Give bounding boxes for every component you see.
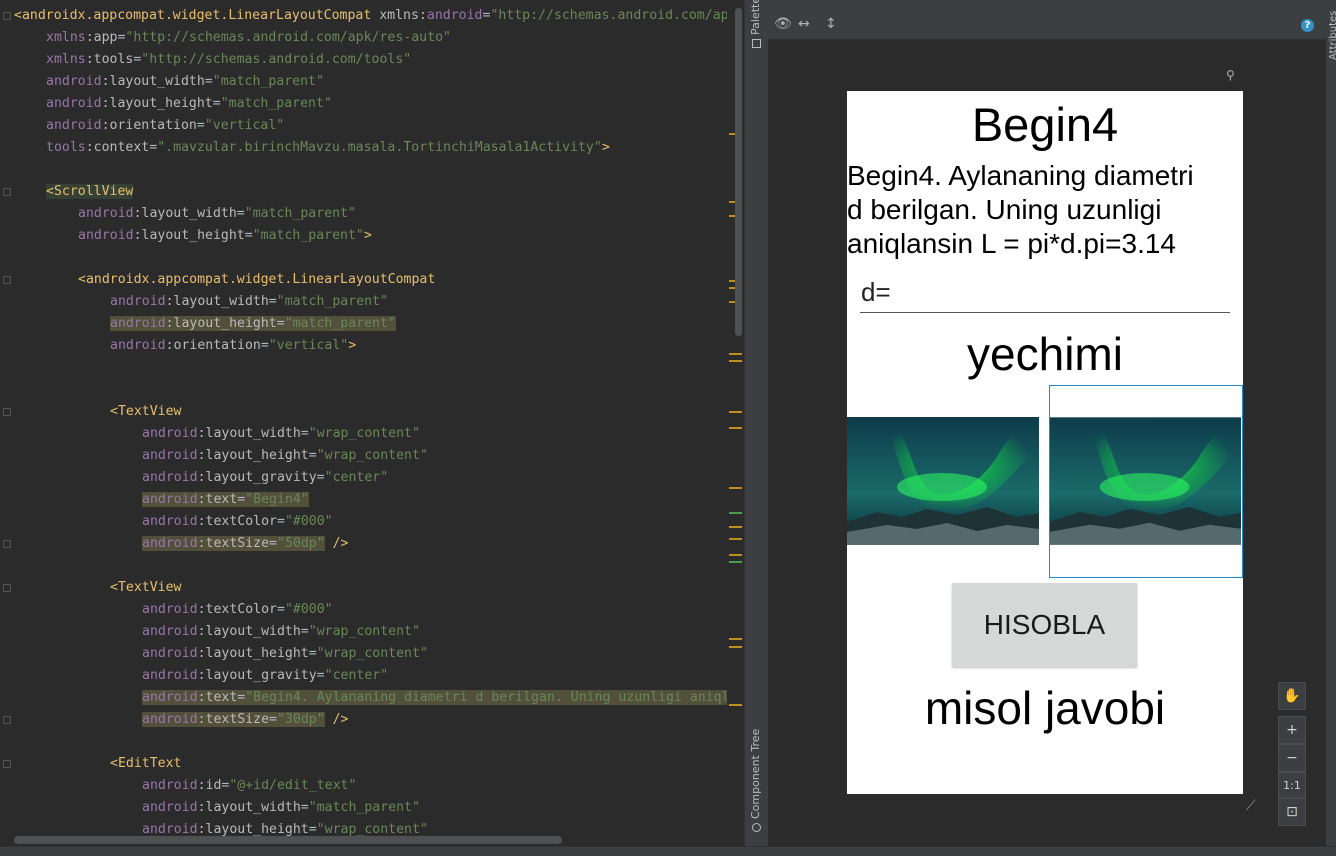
code-line[interactable]: android:layout_gravity="center": [14, 467, 388, 489]
phone-preview[interactable]: Begin4 Begin4. Aylananing diametri d ber…: [847, 91, 1243, 794]
description-line: Begin4. Aylananing diametri: [847, 160, 1194, 191]
code-line[interactable]: android:layout_width="wrap_content": [14, 621, 420, 643]
warning-mark[interactable]: [729, 538, 742, 540]
code-line[interactable]: android:textSize="50dp" />: [14, 533, 348, 555]
actual-size-button[interactable]: 1:1: [1278, 772, 1306, 800]
vertical-resize-icon[interactable]: ↕: [825, 16, 837, 32]
editor-gutter: [0, 0, 14, 846]
description-line: aniqlansin L = pi*d.pi=3.14: [847, 228, 1176, 259]
code-line[interactable]: android:layout_height="wrap_content": [14, 445, 428, 467]
code-line[interactable]: android:orientation="vertical">: [14, 335, 356, 357]
code-line[interactable]: tools:context=".mavzular.birinchMavzu.ma…: [14, 137, 610, 159]
code-line[interactable]: android:layout_width="match_parent": [14, 291, 388, 313]
preview-title[interactable]: Begin4: [847, 97, 1243, 152]
code-line[interactable]: xmlns:tools="http://schemas.android.com/…: [14, 49, 411, 71]
design-toolbar: 👁 ↔ ↕ ?: [768, 0, 1326, 40]
palette-icon: [751, 39, 761, 48]
component-tree-icon: [751, 823, 761, 832]
zoom-controls: ✋ + − 1:1 ⊡: [1278, 682, 1306, 826]
code-line[interactable]: android:layout_height="wrap_content": [14, 643, 428, 665]
change-mark[interactable]: [729, 512, 742, 514]
code-line[interactable]: <androidx.appcompat.widget.LinearLayoutC…: [14, 5, 737, 27]
code-line[interactable]: android:layout_height="match_parent">: [14, 225, 372, 247]
description-line: d berilgan. Uning uzunligi: [847, 194, 1162, 225]
attributes-strip: Attributes: [1326, 0, 1336, 846]
code-line[interactable]: xmlns:app="http://schemas.android.com/ap…: [14, 27, 451, 49]
palette-strip: Palette Component Tree: [744, 0, 768, 846]
status-bar: [0, 846, 1336, 856]
code-line[interactable]: android:text="Begin4. Aylananing diametr…: [14, 687, 744, 709]
code-editor[interactable]: <androidx.appcompat.widget.LinearLayoutC…: [0, 0, 744, 846]
fold-marker[interactable]: [3, 12, 11, 20]
warning-mark[interactable]: [729, 638, 742, 640]
warning-mark[interactable]: [729, 646, 742, 648]
code-line[interactable]: <TextView: [14, 577, 181, 599]
change-mark[interactable]: [729, 561, 742, 563]
selection-outline: [1049, 385, 1243, 578]
warning-mark[interactable]: [729, 487, 742, 489]
component-tree-tab[interactable]: Component Tree: [749, 729, 762, 832]
code-line[interactable]: <EditText: [14, 753, 181, 775]
code-line[interactable]: android:layout_width="match_parent": [14, 797, 420, 819]
answer-label[interactable]: misol javobi: [847, 681, 1243, 735]
fit-screen-icon[interactable]: ⊡: [1278, 798, 1306, 826]
fold-marker[interactable]: [3, 188, 11, 196]
code-line[interactable]: android:layout_width="wrap_content": [14, 423, 420, 445]
fold-marker[interactable]: [3, 716, 11, 724]
vertical-scrollbar[interactable]: [735, 8, 742, 336]
warning-mark[interactable]: [729, 554, 742, 556]
zoom-out-button[interactable]: −: [1278, 744, 1306, 772]
horizontal-resize-icon[interactable]: ↔: [798, 16, 810, 32]
code-line[interactable]: android:layout_width="match_parent": [14, 203, 356, 225]
fold-marker[interactable]: [3, 584, 11, 592]
code-line[interactable]: android:layout_width="match_parent": [14, 71, 324, 93]
eye-icon[interactable]: 👁: [774, 16, 792, 32]
zoom-in-button[interactable]: +: [1278, 716, 1306, 744]
fold-marker[interactable]: [3, 408, 11, 416]
design-surface[interactable]: 👁 ↔ ↕ ? ⚲ Begin4 Begin4. Aylananing diam…: [768, 0, 1326, 846]
code-line[interactable]: <androidx.appcompat.widget.LinearLayoutC…: [14, 269, 435, 291]
warning-mark[interactable]: [729, 526, 742, 528]
warning-mark[interactable]: [729, 353, 742, 355]
hisobla-button[interactable]: HISOBLA: [952, 583, 1137, 667]
code-line[interactable]: <ScrollView: [14, 181, 134, 203]
warning-mark[interactable]: [729, 411, 742, 413]
code-line[interactable]: android:textColor="#000": [14, 599, 333, 621]
fold-marker[interactable]: [3, 760, 11, 768]
palette-label: Palette: [749, 0, 762, 35]
code-line[interactable]: android:layout_height="match_parent": [14, 93, 332, 115]
palette-tab[interactable]: Palette: [749, 0, 762, 48]
preview-description[interactable]: Begin4. Aylananing diametri d berilgan. …: [847, 159, 1227, 261]
warning-mark[interactable]: [729, 704, 742, 706]
diameter-input[interactable]: d=: [860, 273, 1230, 313]
warning-mark[interactable]: [729, 360, 742, 362]
result-label[interactable]: yechimi: [847, 327, 1243, 381]
warning-mark[interactable]: [729, 427, 742, 429]
fold-marker[interactable]: [3, 540, 11, 548]
code-line[interactable]: android:layout_gravity="center": [14, 665, 388, 687]
aurora-image[interactable]: [847, 417, 1039, 545]
pan-hand-icon[interactable]: ✋: [1278, 682, 1306, 710]
code-line[interactable]: android:layout_height="match_parent": [14, 313, 396, 335]
attributes-tab[interactable]: Attributes: [1328, 11, 1336, 60]
horizontal-scrollbar[interactable]: [14, 836, 562, 844]
pin-icon[interactable]: ⚲: [1226, 68, 1235, 82]
code-line[interactable]: android:textColor="#000": [14, 511, 333, 533]
code-line[interactable]: <TextView: [14, 401, 181, 423]
code-line[interactable]: android:orientation="vertical": [14, 115, 284, 137]
code-line[interactable]: android:id="@+id/edit_text": [14, 775, 356, 797]
help-icon[interactable]: ?: [1301, 19, 1314, 32]
resize-handle-icon[interactable]: ⟋: [1246, 798, 1256, 814]
component-tree-label: Component Tree: [749, 728, 762, 819]
fold-marker[interactable]: [3, 276, 11, 284]
code-line[interactable]: android:textSize="30dp" />: [14, 709, 348, 731]
code-line[interactable]: android:text="Begin4": [14, 489, 309, 511]
